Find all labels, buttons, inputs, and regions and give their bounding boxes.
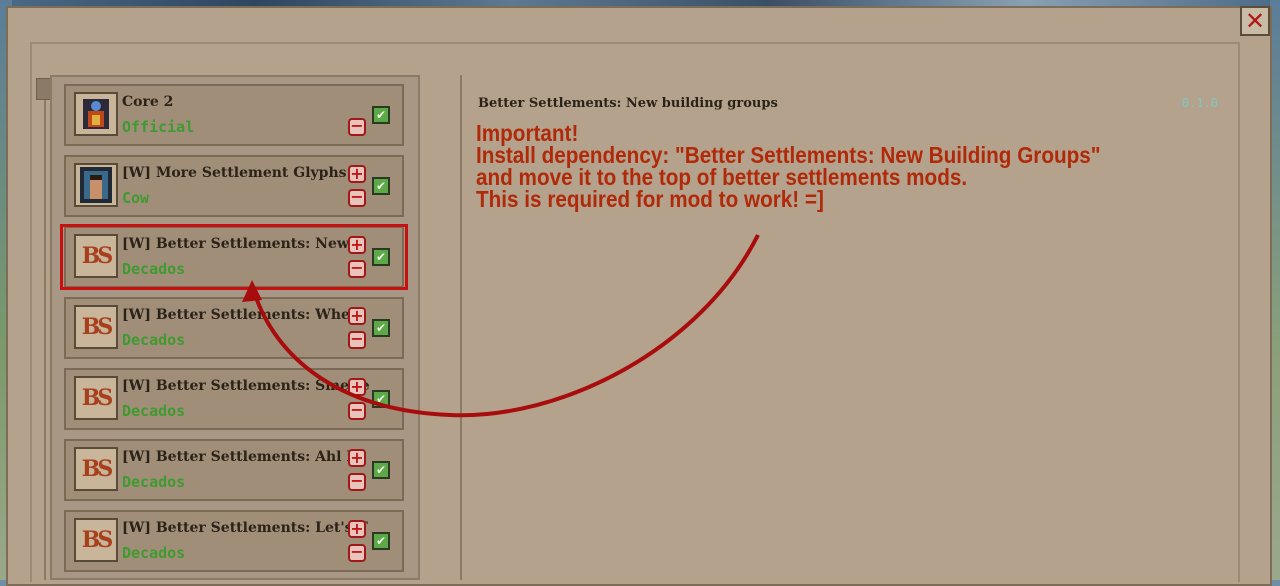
- core-icon: [74, 92, 118, 136]
- annotation-line: This is required for mod to work! =]: [476, 186, 824, 212]
- annotation-line: Install dependency: "Better Settlements:…: [476, 142, 1101, 168]
- dependency-annotation: Important! Install dependency: "Better S…: [476, 120, 1160, 212]
- frame-divider: [30, 42, 1240, 44]
- add-button[interactable]: +: [348, 165, 366, 183]
- mod-author: Decados: [122, 402, 186, 420]
- add-button[interactable]: +: [348, 378, 366, 396]
- remove-button[interactable]: −: [348, 544, 366, 562]
- frame-border-right: [1238, 42, 1240, 582]
- annotation-line: Important!: [476, 120, 579, 146]
- selection-highlight: [60, 224, 408, 290]
- add-button[interactable]: +: [348, 520, 366, 538]
- annotation-line: and move it to the top of better settlem…: [476, 164, 968, 190]
- mod-list-item[interactable]: BS [W] Better Settlements: Wheat Decados…: [64, 297, 404, 359]
- remove-button[interactable]: −: [348, 402, 366, 420]
- mod-author: Cow: [122, 189, 150, 207]
- bs-logo-icon: BS: [74, 447, 118, 491]
- remove-button[interactable]: −: [348, 189, 366, 207]
- mod-author: Official: [122, 118, 195, 136]
- bs-logo-icon: BS: [74, 376, 118, 420]
- detail-title: Better Settlements: New building groups: [478, 96, 778, 111]
- enabled-checkbox[interactable]: ✔: [372, 177, 390, 195]
- frame-border-left: [30, 42, 32, 582]
- enabled-checkbox[interactable]: ✔: [372, 461, 390, 479]
- remove-button[interactable]: −: [348, 331, 366, 349]
- scrollbar-track[interactable]: [44, 80, 46, 580]
- mod-author: Decados: [122, 544, 186, 562]
- add-button[interactable]: +: [348, 307, 366, 325]
- enabled-checkbox[interactable]: ✔: [372, 106, 390, 124]
- mod-list-item[interactable]: BS [W] Better Settlements: Ahl Fr Decado…: [64, 439, 404, 501]
- version-label: 0.1.0: [1181, 96, 1218, 110]
- mod-list-item[interactable]: Core 2 Official − ✔: [64, 84, 404, 146]
- mod-list-item[interactable]: BS [W] Better Settlements: Let's T Decad…: [64, 510, 404, 572]
- mod-author: Decados: [122, 331, 186, 349]
- enabled-checkbox[interactable]: ✔: [372, 390, 390, 408]
- close-button[interactable]: ✕: [1240, 6, 1270, 36]
- mod-author: Decados: [122, 473, 186, 491]
- portrait-icon: [74, 163, 118, 207]
- enabled-checkbox[interactable]: ✔: [372, 319, 390, 337]
- enabled-checkbox[interactable]: ✔: [372, 532, 390, 550]
- remove-button[interactable]: −: [348, 118, 366, 136]
- add-button[interactable]: +: [348, 449, 366, 467]
- bs-logo-icon: BS: [74, 305, 118, 349]
- mod-list-item[interactable]: [W] More Settlement Glyphs Cow + − ✔: [64, 155, 404, 217]
- bs-logo-icon: BS: [74, 518, 118, 562]
- mod-list-item[interactable]: BS [W] Better Settlements: Smelte Decado…: [64, 368, 404, 430]
- remove-button[interactable]: −: [348, 473, 366, 491]
